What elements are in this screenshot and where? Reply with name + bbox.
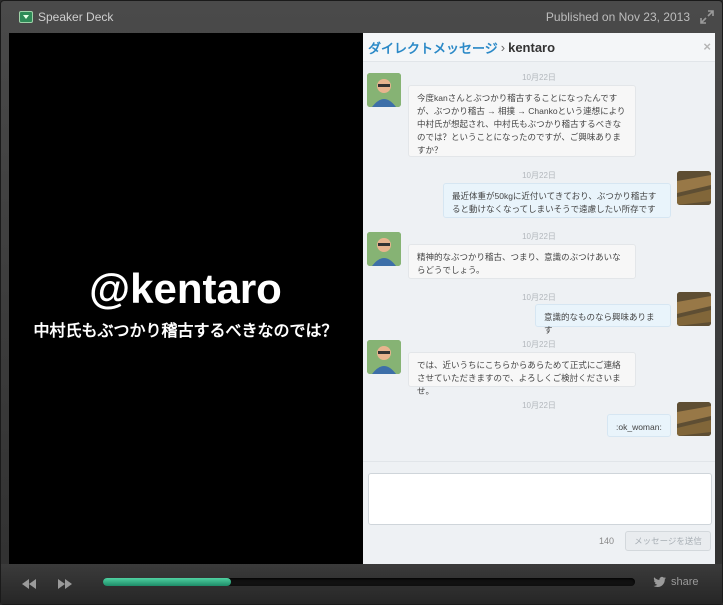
- brand-name: Speaker Deck: [38, 10, 114, 24]
- dm-screenshot: ダイレクトメッセージ › kentaro × 10月22日 今度kanさんとぶつ…: [363, 33, 715, 564]
- avatar: [367, 340, 401, 374]
- message-date: 10月22日: [522, 340, 556, 349]
- expand-icon[interactable]: [700, 10, 714, 24]
- message-input: [368, 473, 712, 525]
- slide-text-area: @kentaro 中村氏もぶつかり稽古するべきなのでは？: [9, 33, 362, 564]
- share-button[interactable]: share: [653, 576, 699, 588]
- message-date: 10月22日: [522, 171, 556, 180]
- avatar: [367, 73, 401, 107]
- send-message-button: メッセージを送信: [625, 531, 711, 551]
- close-icon: ×: [703, 39, 711, 54]
- speakerdeck-player: Speaker Deck Published on Nov 23, 2013 @…: [0, 0, 723, 605]
- avatar: [677, 402, 711, 436]
- message-bubble: 最近体重が50kgに近付いてきており、ぶつかり稽古すると動けなくなってしまいそう…: [443, 183, 671, 218]
- next-slide-icon[interactable]: [55, 577, 75, 591]
- message-bubble: 精神的なぶつかり稽古、つまり、意識のぶつけあいならどうでしょう。: [408, 244, 636, 279]
- slide-handle: @kentaro: [89, 265, 282, 312]
- dm-header-link: ダイレクトメッセージ: [368, 40, 498, 56]
- compose-area: 140 メッセージを送信: [363, 461, 715, 564]
- avatar: [677, 171, 711, 205]
- message-bubble: では、近いうちにこちらからあらためて正式にご連絡させていただきますので、よろしく…: [408, 352, 636, 396]
- message-date: 10月22日: [522, 401, 556, 410]
- twitter-bird-icon: [653, 576, 666, 587]
- dm-header-user: kentaro: [508, 39, 556, 55]
- progress-bar[interactable]: [103, 578, 635, 586]
- avatar: [677, 292, 711, 326]
- speakerdeck-icon: [19, 11, 33, 23]
- message-bubble: 今度kanさんとぶつかり稽古することになったんですが、ぶつかり稽古 → 相撲 →…: [408, 85, 636, 157]
- char-count: 140: [599, 536, 615, 546]
- message-bubble: :ok_woman:: [607, 414, 671, 437]
- progress-fill: [103, 578, 231, 586]
- dm-header: ダイレクトメッセージ › kentaro ×: [363, 33, 715, 62]
- slide-stage[interactable]: @kentaro 中村氏もぶつかり稽古するべきなのでは？ ダイレクトメッセージ …: [9, 33, 715, 564]
- slide-question: 中村氏もぶつかり稽古するべきなのでは？: [33, 323, 338, 340]
- previous-slide-icon[interactable]: [19, 577, 39, 591]
- message-bubble: 意識的なものなら興味あります: [535, 304, 671, 335]
- dm-header-separator: ›: [500, 39, 506, 55]
- player-topbar: Speaker Deck Published on Nov 23, 2013: [1, 1, 722, 33]
- share-label: share: [671, 576, 699, 588]
- message-date: 10月22日: [522, 73, 556, 82]
- brand-link[interactable]: Speaker Deck: [19, 10, 113, 24]
- published-date: Published on Nov 23, 2013: [545, 10, 690, 24]
- message-date: 10月22日: [522, 232, 556, 241]
- message-date: 10月22日: [522, 293, 556, 302]
- player-controls: share: [1, 564, 722, 604]
- avatar: [367, 232, 401, 266]
